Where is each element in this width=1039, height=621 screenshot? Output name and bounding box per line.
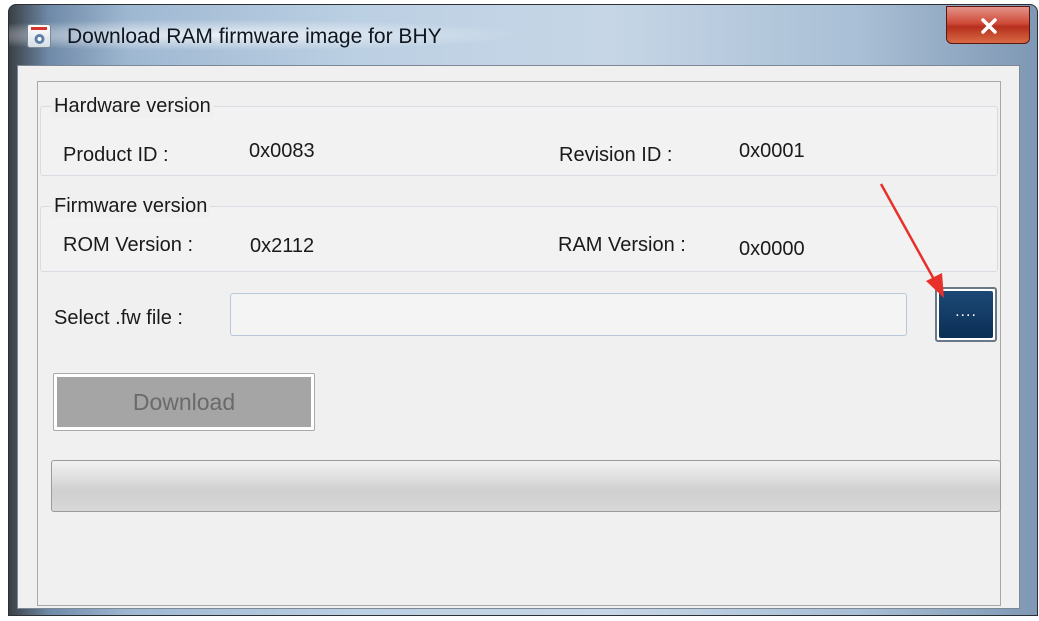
fw-file-path-input[interactable]: [230, 293, 907, 336]
product-id-value: 0x0083: [249, 140, 315, 162]
firmware-version-group: Firmware version ROM Version : 0x2112 RA…: [40, 195, 998, 272]
ram-version-label: RAM Version :: [558, 234, 686, 256]
rom-version-value: 0x2112: [250, 235, 315, 257]
revision-id-value: 0x0001: [739, 140, 805, 162]
download-button[interactable]: Download: [53, 373, 315, 431]
select-fw-file-label: Select .fw file :: [54, 307, 183, 329]
rom-version-label: ROM Version :: [63, 234, 194, 256]
download-button-label: Download: [57, 377, 311, 427]
browse-file-button[interactable]: ....: [935, 287, 997, 342]
revision-id-label: Revision ID :: [559, 144, 673, 166]
product-id-label: Product ID :: [63, 144, 169, 166]
hardware-version-group: Hardware version Product ID : 0x0083 Rev…: [40, 95, 998, 176]
ram-version-value: 0x0000: [739, 238, 805, 260]
firmware-version-title: Firmware version: [51, 195, 211, 218]
dialog-content: Hardware version Product ID : 0x0083 Rev…: [0, 0, 1039, 621]
download-progress-bar: [51, 460, 1001, 512]
hardware-version-title: Hardware version: [51, 95, 214, 118]
browse-button-label: ....: [939, 291, 993, 338]
